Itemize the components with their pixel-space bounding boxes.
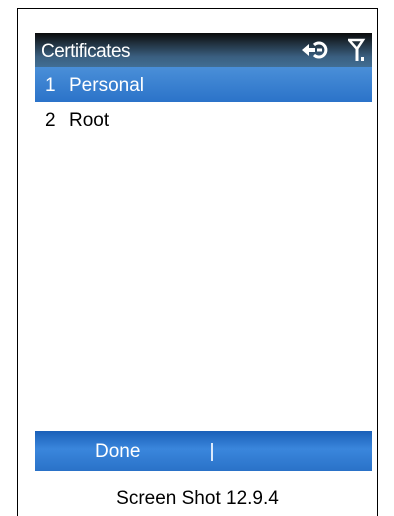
status-icons <box>300 37 366 63</box>
softkey-bar: Done <box>35 431 372 471</box>
list-item-number: 2 <box>45 110 56 131</box>
list-item-root[interactable]: 2 Root <box>35 102 372 137</box>
title-bar: Certificates <box>35 33 372 67</box>
figure-caption: Screen Shot 12.9.4 <box>116 488 279 509</box>
signal-icon <box>346 38 366 61</box>
connection-icon <box>301 41 327 59</box>
list-item-number: 1 <box>45 75 56 96</box>
list-item-label: Root <box>69 110 110 131</box>
softkey-divider <box>211 443 213 461</box>
done-softkey[interactable]: Done <box>95 441 140 463</box>
list-item-personal[interactable]: 1 Personal <box>35 67 372 102</box>
list-item-label: Personal <box>69 75 144 96</box>
phone-screen: Certificates 1 Personal 2 Root Done <box>35 33 372 471</box>
page-title: Certificates <box>41 41 131 62</box>
